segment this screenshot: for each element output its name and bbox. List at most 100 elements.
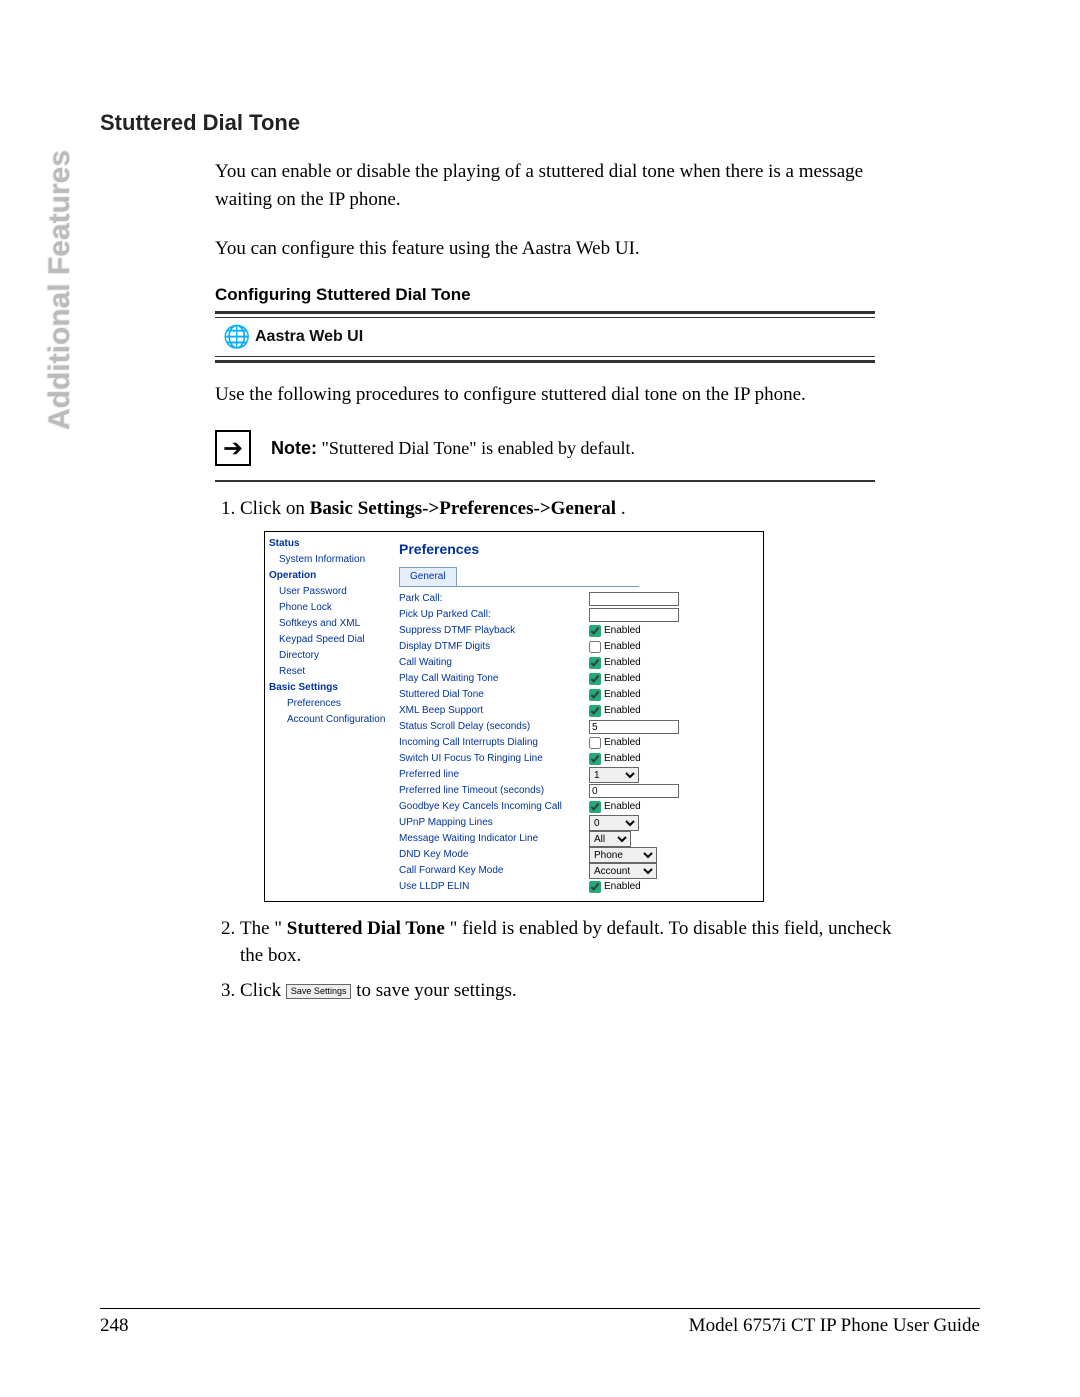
upnp-select[interactable]: 0	[589, 815, 639, 831]
pref-label-goodbye-cancel: Goodbye Key Cancels Incoming Call	[399, 800, 589, 814]
pref-label-pref-line: Preferred line	[399, 768, 589, 782]
xml-beep-enabled-label: Enabled	[604, 705, 641, 716]
pref-label-switch-focus: Switch UI Focus To Ringing Line	[399, 752, 589, 766]
page-footer: 248 Model 6757i CT IP Phone User Guide	[100, 1308, 980, 1337]
pref-row-pickup-parked: Pick Up Parked Call:	[399, 607, 757, 623]
nav-softkeys-xml[interactable]: Softkeys and XML	[269, 616, 389, 632]
step1-bold: Basic Settings->Preferences->General	[310, 498, 616, 519]
incoming-interrupt-checkbox[interactable]	[589, 737, 601, 749]
step-3: Click Save Settings to save your setting…	[240, 978, 895, 1005]
pickup-parked-input[interactable]	[589, 608, 679, 622]
step2-bold: Stuttered Dial Tone	[287, 918, 445, 939]
switch-focus-enabled-label: Enabled	[604, 753, 641, 764]
pref-label-xml-beep: XML Beep Support	[399, 704, 589, 718]
pref-label-play-cw-tone: Play Call Waiting Tone	[399, 672, 589, 686]
pref-row-incoming-interrupt: Incoming Call Interrupts Dialing Enabled	[399, 735, 757, 751]
note-label: Note:	[271, 438, 317, 458]
pref-line-select[interactable]: 1	[589, 767, 639, 783]
nav-reset[interactable]: Reset	[269, 664, 389, 680]
pref-row-display-dtmf: Display DTMF Digits Enabled	[399, 639, 757, 655]
scroll-delay-input[interactable]	[589, 720, 679, 734]
pref-row-dnd-mode: DND Key ModePhone	[399, 847, 757, 863]
pref-label-display-dtmf: Display DTMF Digits	[399, 640, 589, 654]
pref-row-play-cw-tone: Play Call Waiting Tone Enabled	[399, 671, 757, 687]
nav-keypad-speed-dial[interactable]: Keypad Speed Dial	[269, 632, 389, 648]
side-tab-text: Additional Features	[43, 150, 77, 430]
callout-rule-bottom	[215, 356, 875, 363]
goodbye-cancel-checkbox[interactable]	[589, 801, 601, 813]
nav-operation-header: Operation	[269, 568, 389, 584]
pref-line-timeout-input[interactable]	[589, 784, 679, 798]
nav-preferences[interactable]: Preferences	[269, 696, 389, 712]
horizontal-rule	[215, 480, 875, 482]
step1-suffix: .	[621, 498, 626, 519]
note-block: ➔ Note: "Stuttered Dial Tone" is enabled…	[215, 430, 875, 466]
pref-label-upnp: UPnP Mapping Lines	[399, 816, 589, 830]
step2-prefix: The "	[240, 918, 282, 939]
pref-label-mwi-line: Message Waiting Indicator Line	[399, 832, 589, 846]
cfwd-mode-select[interactable]: Account	[589, 863, 657, 879]
pref-row-lldp: Use LLDP ELINEnabled	[399, 879, 757, 895]
dnd-mode-select[interactable]: Phone	[589, 847, 657, 863]
nav-system-info[interactable]: System Information	[269, 552, 389, 568]
goodbye-cancel-enabled-label: Enabled	[604, 801, 641, 812]
save-settings-button[interactable]: Save Settings	[286, 984, 352, 999]
nav-user-password[interactable]: User Password	[269, 584, 389, 600]
section-title: Stuttered Dial Tone	[100, 110, 980, 136]
pref-label-pref-line-timeout: Preferred line Timeout (seconds)	[399, 784, 589, 798]
mwi-line-select[interactable]: All	[589, 831, 631, 847]
nav-status-header: Status	[269, 536, 389, 552]
arrow-right-icon: ➔	[215, 430, 251, 466]
nav-sidebar: Status System Information Operation User…	[265, 532, 393, 902]
stuttered-enabled-label: Enabled	[604, 689, 641, 700]
display-dtmf-enabled-label: Enabled	[604, 641, 641, 652]
call-waiting-checkbox[interactable]	[589, 657, 601, 669]
web-ui-callout: 🌐 Aastra Web UI	[215, 318, 875, 356]
pref-label-incoming-interrupt: Incoming Call Interrupts Dialing	[399, 736, 589, 750]
pref-label-stuttered: Stuttered Dial Tone	[399, 688, 589, 702]
nav-basic-settings-header: Basic Settings	[269, 680, 389, 696]
web-ui-screenshot: Status System Information Operation User…	[264, 531, 764, 903]
step3-prefix: Click	[240, 980, 286, 1001]
pref-row-scroll-delay: Status Scroll Delay (seconds)	[399, 719, 757, 735]
note-text: "Stuttered Dial Tone" is enabled by defa…	[322, 438, 636, 458]
pref-row-switch-focus: Switch UI Focus To Ringing Line Enabled	[399, 751, 757, 767]
incoming-interrupt-enabled-label: Enabled	[604, 737, 641, 748]
pref-label-park-call: Park Call:	[399, 592, 589, 606]
nav-account-config[interactable]: Account Configuration	[269, 712, 389, 728]
lldp-checkbox[interactable]	[589, 881, 601, 893]
callout-rule-top	[215, 311, 875, 318]
panel-title: Preferences	[399, 540, 757, 560]
intro-paragraph-1: You can enable or disable the playing of…	[215, 158, 875, 213]
pref-row-goodbye-cancel: Goodbye Key Cancels Incoming Call Enabled	[399, 799, 757, 815]
pref-label-call-waiting: Call Waiting	[399, 656, 589, 670]
step-1: Click on Basic Settings->Preferences->Ge…	[240, 496, 895, 902]
display-dtmf-checkbox[interactable]	[589, 641, 601, 653]
callout-label: Aastra Web UI	[255, 328, 363, 346]
pref-row-cfwd-mode: Call Forward Key ModeAccount	[399, 863, 757, 879]
page-number: 248	[100, 1315, 129, 1337]
tab-general[interactable]: General	[399, 567, 457, 586]
pref-row-upnp: UPnP Mapping Lines0	[399, 815, 757, 831]
pref-label-dnd-mode: DND Key Mode	[399, 848, 589, 862]
intro-paragraph-2: You can configure this feature using the…	[215, 235, 875, 263]
pref-label-suppress-dtmf: Suppress DTMF Playback	[399, 624, 589, 638]
stuttered-checkbox[interactable]	[589, 689, 601, 701]
step-2: The " Stuttered Dial Tone " field is ena…	[240, 916, 895, 969]
play-cw-tone-checkbox[interactable]	[589, 673, 601, 685]
globe-icon: 🌐	[219, 324, 255, 350]
switch-focus-checkbox[interactable]	[589, 753, 601, 765]
pref-row-pref-line-timeout: Preferred line Timeout (seconds)	[399, 783, 757, 799]
xml-beep-checkbox[interactable]	[589, 705, 601, 717]
nav-directory[interactable]: Directory	[269, 648, 389, 664]
suppress-dtmf-checkbox[interactable]	[589, 625, 601, 637]
pref-row-mwi-line: Message Waiting Indicator LineAll	[399, 831, 757, 847]
guide-title: Model 6757i CT IP Phone User Guide	[689, 1315, 980, 1337]
pref-row-xml-beep: XML Beep Support Enabled	[399, 703, 757, 719]
park-call-input[interactable]	[589, 592, 679, 606]
suppress-dtmf-enabled-label: Enabled	[604, 625, 641, 636]
play-cw-tone-enabled-label: Enabled	[604, 673, 641, 684]
step1-prefix: Click on	[240, 498, 310, 519]
nav-phone-lock[interactable]: Phone Lock	[269, 600, 389, 616]
pref-row-suppress-dtmf: Suppress DTMF Playback Enabled	[399, 623, 757, 639]
